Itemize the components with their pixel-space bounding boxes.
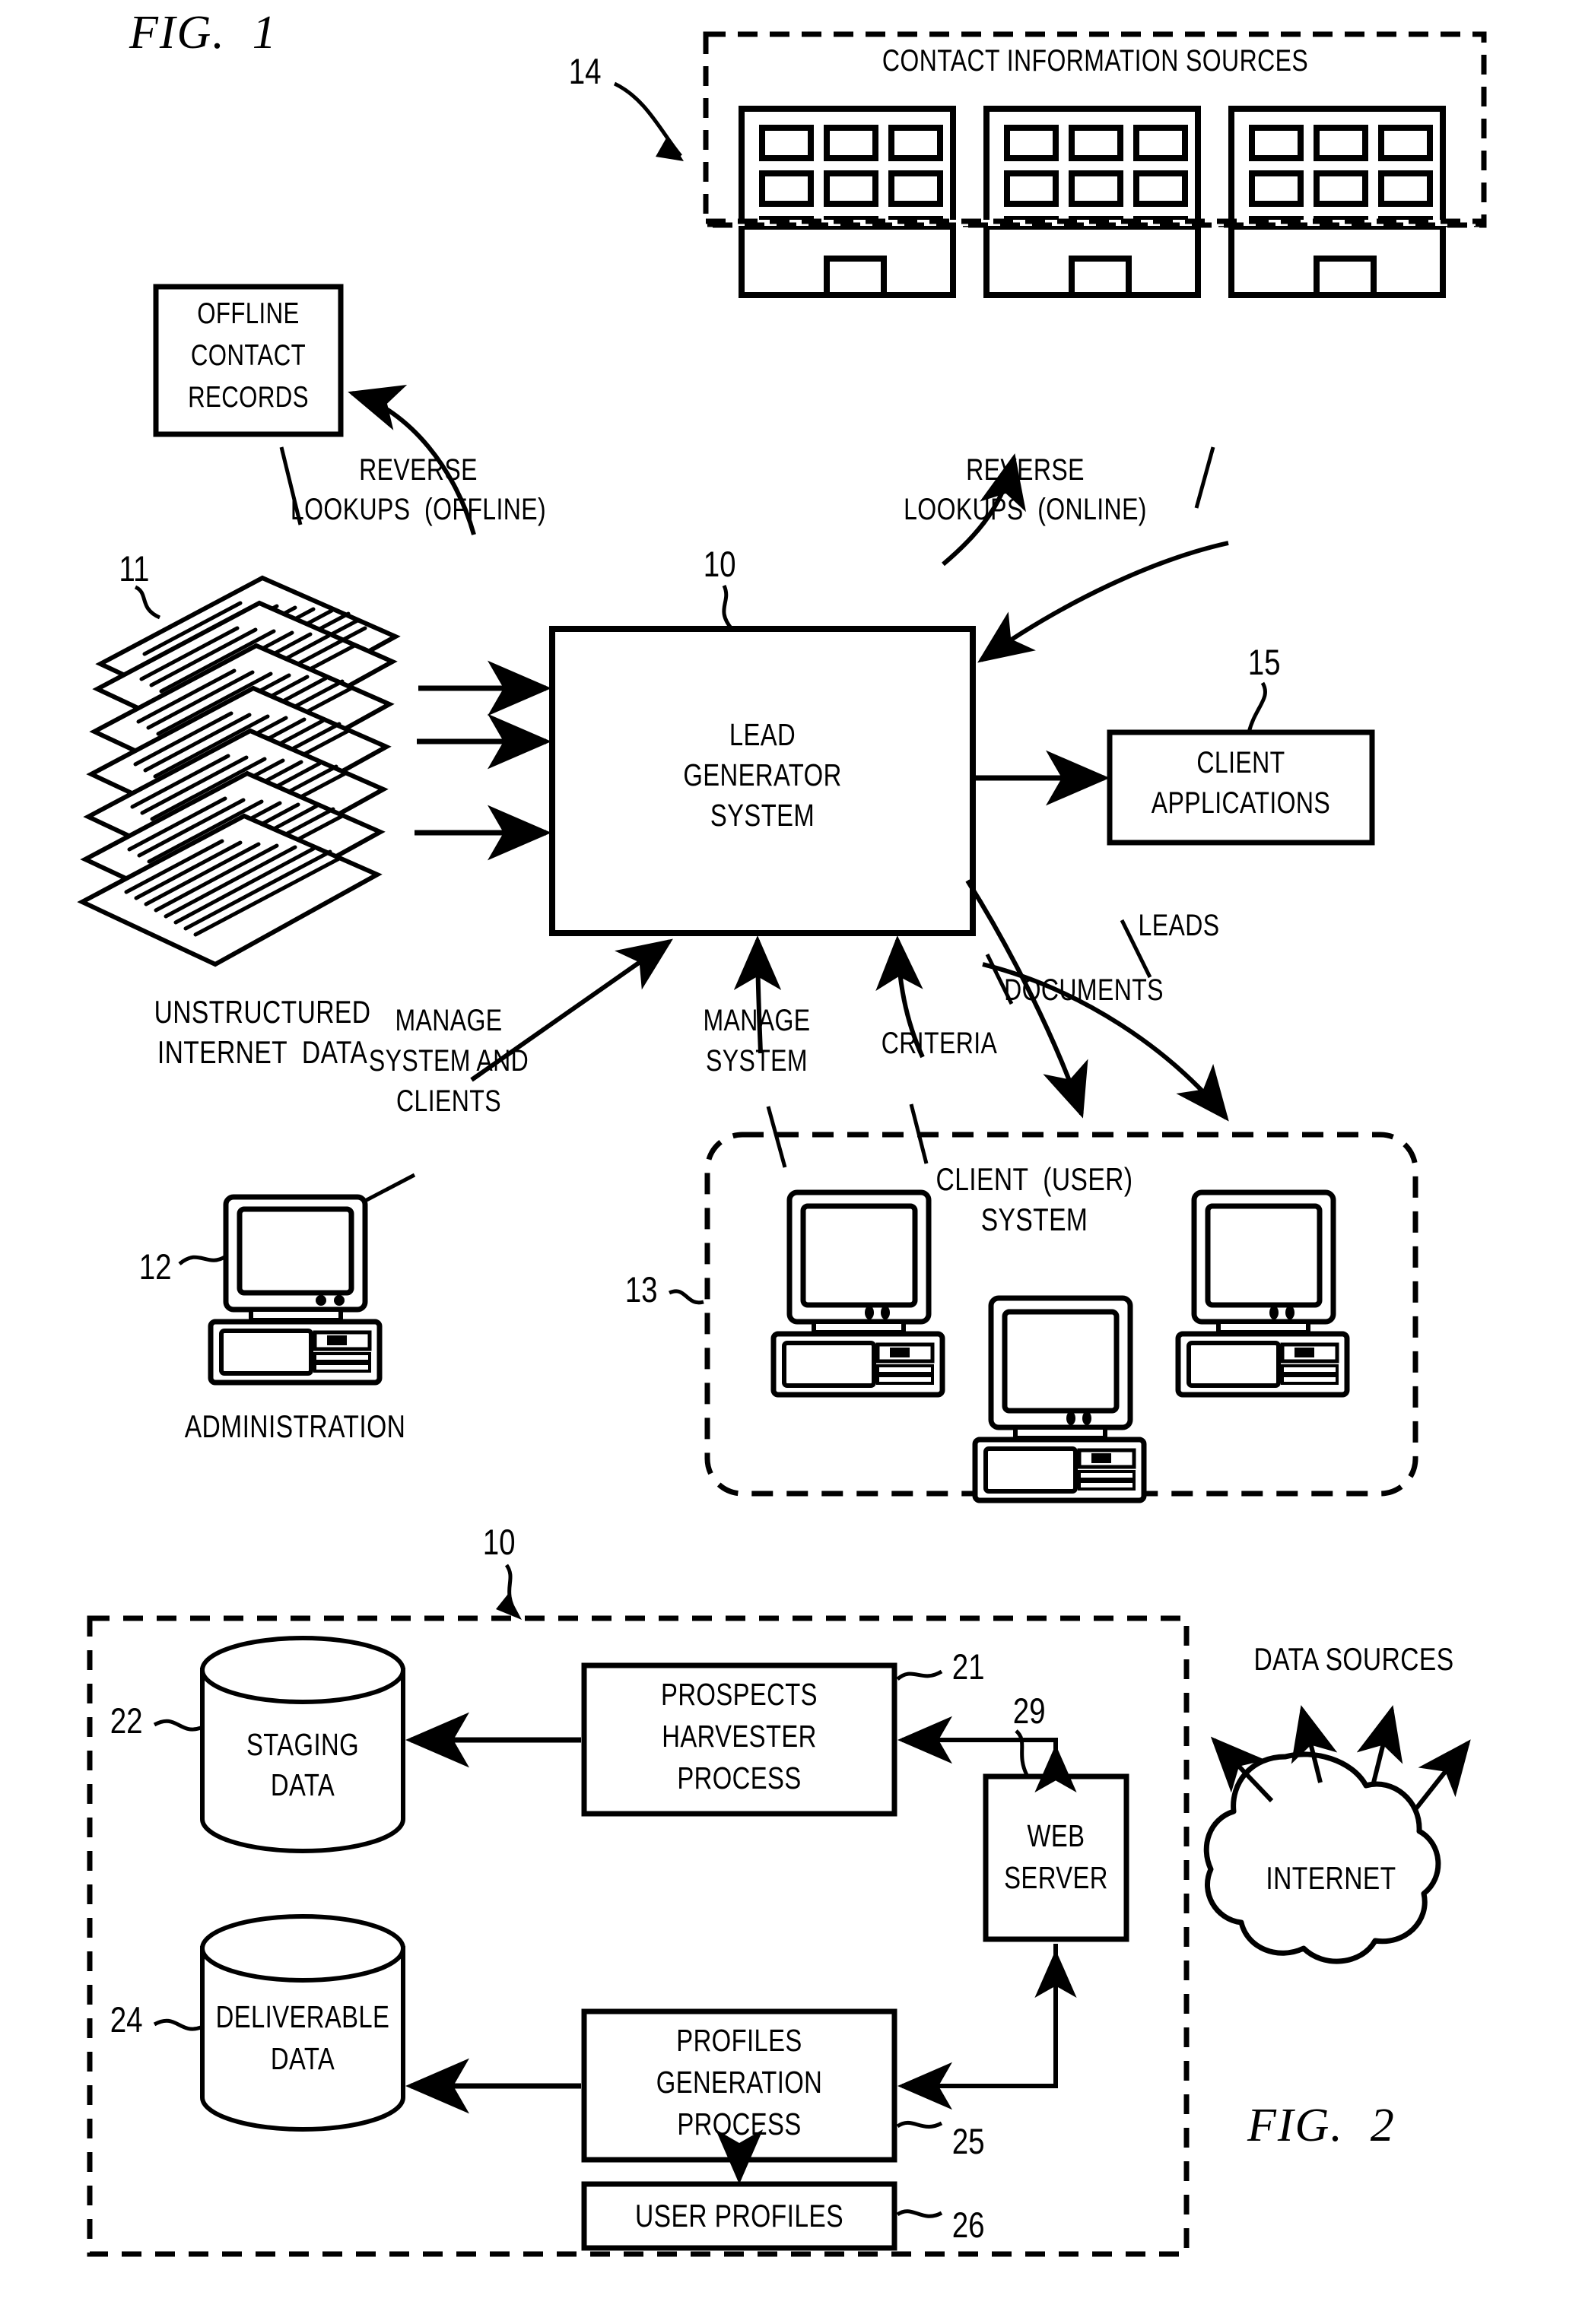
lead-generator-line-2: GENERATOR [683,757,842,792]
building-1 [739,106,956,298]
label-manage-system-line-1: MANAGE [703,1004,811,1037]
client-system-title-line-1: CLIENT (USER) [936,1161,1133,1197]
label-reverse-lookups-offline-line-2: LOOKUPS (OFFLINE) [290,493,547,526]
ref-leader-10-fig2 [496,1564,522,1620]
label-manage-system-and-clients-line-1: MANAGE [395,1004,503,1037]
user-profiles-label: USER PROFILES [634,2198,844,2234]
deliverable-data-line-2: DATA [270,2041,335,2076]
prospects-harvester-line-1: PROSPECTS [661,1677,818,1712]
label-reverse-lookups-online-line-2: LOOKUPS (ONLINE) [904,493,1147,526]
profiles-generation-line-1: PROFILES [676,2023,802,2058]
label-documents: DOCUMENTS [1004,973,1164,1007]
arrow-leads [982,919,1229,1122]
ref-number-11: 11 [119,548,150,589]
profiles-generation-line-2: GENERATION [656,2065,823,2100]
client-computer-3 [1175,1189,1350,1398]
administration-label: ADMINISTRATION [184,1408,406,1444]
unstructured-internet-data-stack [77,575,401,967]
ref-number-26: 26 [951,2205,985,2245]
ref-number-29: 29 [1012,1691,1046,1731]
label-manage-system-and-clients-line-3: CLIENTS [396,1084,501,1118]
ref-number-15: 15 [1247,642,1281,682]
staging-data-line-2: DATA [270,1767,335,1802]
label-criteria: CRITERIA [881,1027,998,1060]
prospects-harvester-line-2: HARVESTER [662,1719,817,1754]
staging-data-line-1: STAGING [246,1727,359,1762]
arrows-unstructured-data-to-lgs [415,660,551,861]
deliverable-data-line-1: DELIVERABLE [215,1999,390,2034]
client-applications-line-2: APPLICATIONS [1151,786,1331,820]
prospects-harvester-line-3: PROCESS [677,1760,802,1795]
client-applications-line-1: CLIENT [1196,746,1285,779]
ref-number-10-fig1: 10 [703,544,736,584]
lead-generator-line-3: SYSTEM [710,798,815,833]
web-server-line-2: SERVER [1004,1860,1108,1895]
arrow-manage-system-and-clients [333,938,673,1219]
building-3 [1228,106,1446,298]
ref-number-14: 14 [568,51,602,91]
building-group [703,106,1487,298]
ref-number-22: 22 [110,1700,143,1741]
web-server-line-1: WEB [1027,1818,1085,1853]
internet-cloud [1203,1751,1441,1964]
internet-label: INTERNET [1266,1860,1396,1896]
building-2 [983,106,1201,298]
label-reverse-lookups-online-line-1: REVERSE [966,453,1085,487]
lead-generator-line-1: LEAD [729,717,796,752]
ref-number-21: 21 [951,1646,985,1687]
ref-number-24: 24 [110,1999,143,2040]
ref-leader-15 [1247,681,1267,733]
ref-number-25: 25 [951,2121,985,2161]
contact-information-sources-title: CONTACT INFORMATION SOURCES [882,44,1309,78]
label-leads: LEADS [1138,909,1220,942]
figure-2-title: FIG. 2 [1247,2100,1396,2151]
ref-number-10-fig2: 10 [482,1522,516,1562]
ref-leader-10-fig1 [722,584,733,630]
offline-contact-records-line-3: RECORDS [188,381,309,414]
label-manage-system-line-2: SYSTEM [706,1044,808,1078]
arrow-manage-system [733,935,787,1168]
ref-number-13: 13 [624,1269,658,1310]
ref-leader-14 [613,81,684,161]
administration-computer-icon [178,1194,383,1386]
profiles-generation-line-3: PROCESS [677,2107,802,2141]
arrow-webserver-to-profiles [897,1944,1077,2110]
offline-contact-records-line-1: OFFLINE [197,297,300,330]
arrow-webserver-to-harvester [897,1716,1077,1792]
ref-leader-11 [134,585,161,620]
ref-number-12: 12 [138,1246,172,1287]
label-reverse-lookups-offline-line-1: REVERSE [359,453,478,487]
data-sources-label: DATA SOURCES [1253,1641,1454,1677]
figure-1-title: FIG. 1 [129,7,278,59]
offline-contact-records-line-2: CONTACT [190,339,307,372]
client-system-title-line-2: SYSTEM [980,1202,1088,1237]
label-manage-system-and-clients-line-2: SYSTEM AND [368,1044,529,1078]
client-computer-2 [972,1295,1147,1503]
patent-drawing-sheet: FIG. 1 CONTACT INFORMATION SOURCES 14 OF… [0,0,1582,2324]
